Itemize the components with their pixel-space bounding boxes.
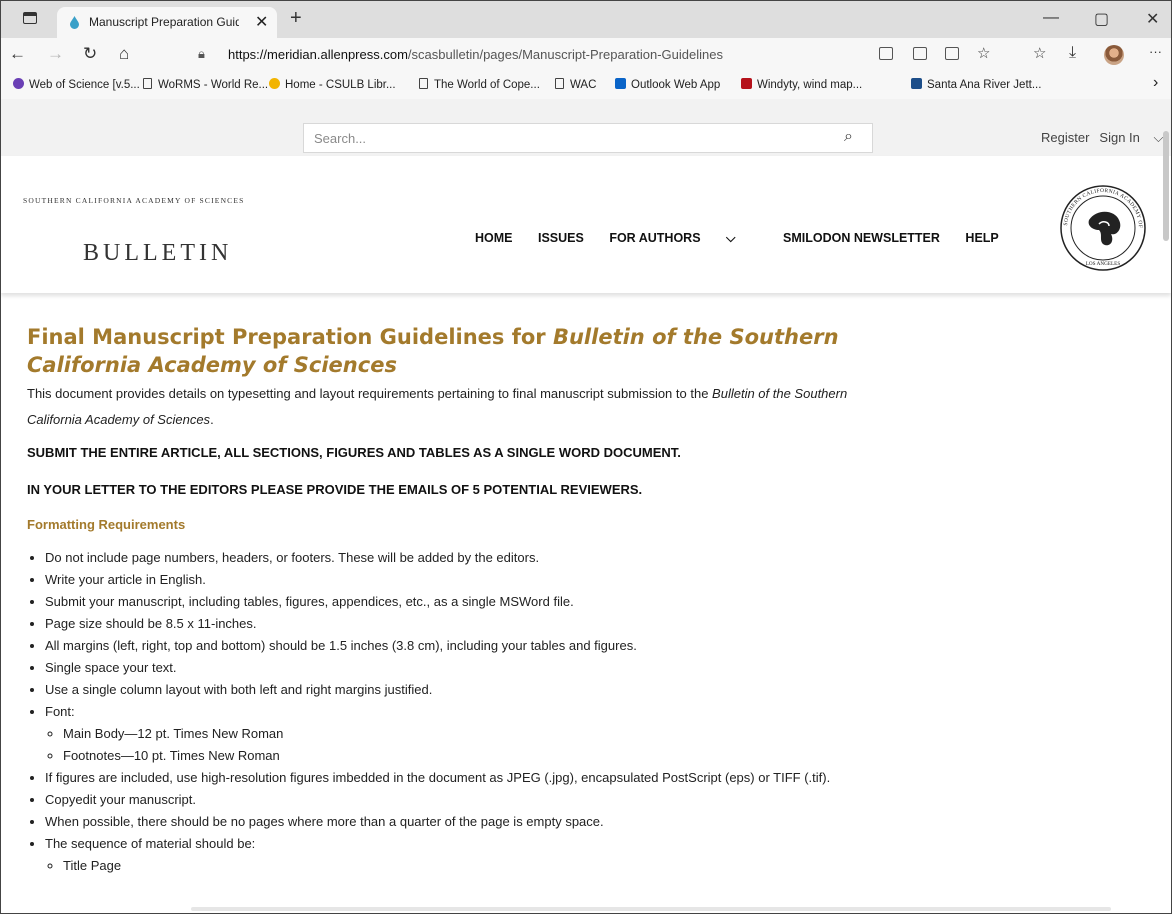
app-available-icon[interactable] [879, 47, 893, 60]
list-item: Do not include page numbers, headers, or… [45, 547, 857, 569]
list-item: If figures are included, use high-resolu… [45, 767, 857, 789]
address-bar[interactable]: 🔒︎ https://meridian.allenpress.com/scasb… [184, 43, 904, 67]
list-item: Write your article in English. [45, 569, 857, 591]
search-input[interactable] [304, 124, 844, 152]
home-button[interactable]: ⌂ [119, 44, 129, 64]
user-links: Register Sign In ⌵ [1041, 130, 1171, 146]
requirements-list: Do not include page numbers, headers, or… [27, 547, 857, 877]
intro-paragraph: This document provides details on typese… [27, 386, 848, 427]
qr-code-icon[interactable] [913, 47, 927, 60]
favorite-world-of-copepods[interactable]: The World of Cope... [419, 78, 540, 91]
site-search-box: ⌕ [303, 123, 873, 153]
site-header: SOUTHERN CALIFORNIA ACADEMY OF SCIENCES … [1, 156, 1171, 293]
reload-button[interactable]: ↻ [83, 44, 97, 64]
favorites-icon[interactable]: ☆ [1033, 44, 1046, 62]
page-icon [419, 78, 428, 89]
favorites-bar: Web of Science [v.5... WoRMS - World Re.… [1, 72, 1171, 100]
font-sublist: Main Body—12 pt. Times New Roman Footnot… [45, 723, 857, 767]
nav-smilodon-newsletter[interactable]: SMILODON NEWSLETTER [783, 231, 940, 245]
nav-help[interactable]: HELP [965, 231, 998, 245]
favorite-windyty[interactable]: Windyty, wind map... [741, 78, 862, 91]
notice-single-word-document: SUBMIT THE ENTIRE ARTICLE, ALL SECTIONS,… [27, 445, 681, 460]
register-link[interactable]: Register [1041, 130, 1089, 145]
browser-window: Manuscript Preparation Guidelin ✕ + — ▢ … [0, 0, 1172, 914]
formatting-requirements-heading: Formatting Requirements [27, 517, 186, 532]
close-window-button[interactable]: ✕ [1146, 9, 1159, 29]
csulb-icon [269, 78, 280, 89]
favorite-santa-ana-river[interactable]: Santa Ana River Jett... [911, 78, 1041, 91]
favorites-overflow-icon[interactable]: › [1153, 74, 1158, 92]
outlook-icon [615, 78, 626, 89]
notice-potential-reviewers: IN YOUR LETTER TO THE EDITORS PLEASE PRO… [27, 482, 643, 497]
horizontal-scrollbar[interactable] [191, 907, 1111, 911]
sequence-sublist: Title Page [45, 855, 857, 877]
page-icon [143, 78, 152, 89]
search-icon[interactable]: ⌕ [844, 128, 853, 146]
seal-text-bottom: LOS ANGELES [1086, 261, 1121, 267]
tab-actions-icon[interactable] [23, 12, 37, 24]
browser-tab[interactable]: Manuscript Preparation Guidelin ✕ [57, 7, 277, 38]
forward-button[interactable]: → [47, 44, 64, 64]
list-item: Submit your manuscript, including tables… [45, 591, 857, 613]
lock-icon[interactable]: 🔒︎ [198, 46, 205, 62]
favorite-outlook[interactable]: Outlook Web App [615, 78, 720, 91]
favorite-wac[interactable]: WAC [555, 78, 596, 91]
chevron-down-icon: ⌵ [1153, 130, 1164, 145]
list-item: Footnotes—10 pt. Times New Roman [63, 745, 857, 767]
list-item: Single space your text. [45, 657, 857, 679]
list-item: When possible, there should be no pages … [45, 811, 857, 833]
site-logo[interactable]: BULLETIN [83, 240, 232, 267]
org-name: SOUTHERN CALIFORNIA ACADEMY OF SCIENCES [23, 196, 245, 205]
add-favorite-icon[interactable]: ☆ [977, 44, 990, 62]
nav-for-authors[interactable]: FOR AUTHORS ⌵ [609, 231, 757, 245]
back-button[interactable]: ← [9, 44, 26, 64]
favorite-csulb-library[interactable]: Home - CSULB Libr... [269, 78, 396, 91]
downloads-icon[interactable]: ⤓ [1069, 44, 1076, 62]
list-item: Title Page [63, 855, 857, 877]
maximize-button[interactable]: ▢ [1094, 9, 1109, 29]
tab-close-icon[interactable]: ✕ [255, 12, 268, 32]
more-menu-icon[interactable]: ··· [1149, 44, 1162, 59]
minimize-button[interactable]: — [1043, 9, 1059, 27]
site-favicon-icon [70, 16, 79, 29]
profile-avatar[interactable] [1104, 45, 1124, 65]
page-icon [555, 78, 564, 89]
academy-seal-logo[interactable]: SOUTHERN CALIFORNIA ACADEMY OF SCIENCES … [1059, 184, 1147, 272]
page-title: Final Manuscript Preparation Guidelines … [27, 325, 839, 377]
list-item: All margins (left, right, top and bottom… [45, 635, 857, 657]
wos-icon [13, 78, 24, 89]
nav-issues[interactable]: ISSUES [538, 231, 584, 245]
list-item: Copyedit your manuscript. [45, 789, 857, 811]
list-item: Use a single column layout with both lef… [45, 679, 857, 701]
vertical-scrollbar[interactable] [1163, 131, 1169, 241]
list-item-sequence: The sequence of material should be: Titl… [45, 833, 857, 877]
list-item: Main Body—12 pt. Times New Roman [63, 723, 857, 745]
tab-strip: Manuscript Preparation Guidelin ✕ + — ▢ … [1, 1, 1171, 38]
site-utility-bar: ⌕ Register Sign In ⌵ [1, 99, 1171, 157]
list-item: Page size should be 8.5 x 11-inches. [45, 613, 857, 635]
favorite-worms[interactable]: WoRMS - World Re... [143, 78, 268, 91]
tab-title: Manuscript Preparation Guidelin [89, 15, 239, 29]
read-aloud-icon[interactable] [945, 47, 959, 60]
chevron-down-icon: ⌵ [726, 231, 736, 245]
favorite-web-of-science[interactable]: Web of Science [v.5... [13, 78, 140, 91]
article-content: Final Manuscript Preparation Guidelines … [27, 323, 857, 877]
new-tab-button[interactable]: + [290, 7, 302, 30]
url-text[interactable]: https://meridian.allenpress.com/scasbull… [228, 47, 723, 62]
navigation-bar: ← → ↻ ⌂ 🔒︎ https://meridian.allenpress.c… [1, 38, 1171, 72]
list-item-font: Font: Main Body—12 pt. Times New Roman F… [45, 701, 857, 767]
sign-in-link[interactable]: Sign In ⌵ [1099, 130, 1171, 145]
santa-ana-icon [911, 78, 922, 89]
windy-icon [741, 78, 752, 89]
nav-home[interactable]: HOME [475, 231, 513, 245]
main-navigation: HOME ISSUES FOR AUTHORS ⌵ SMILODON NEWSL… [475, 231, 1021, 246]
